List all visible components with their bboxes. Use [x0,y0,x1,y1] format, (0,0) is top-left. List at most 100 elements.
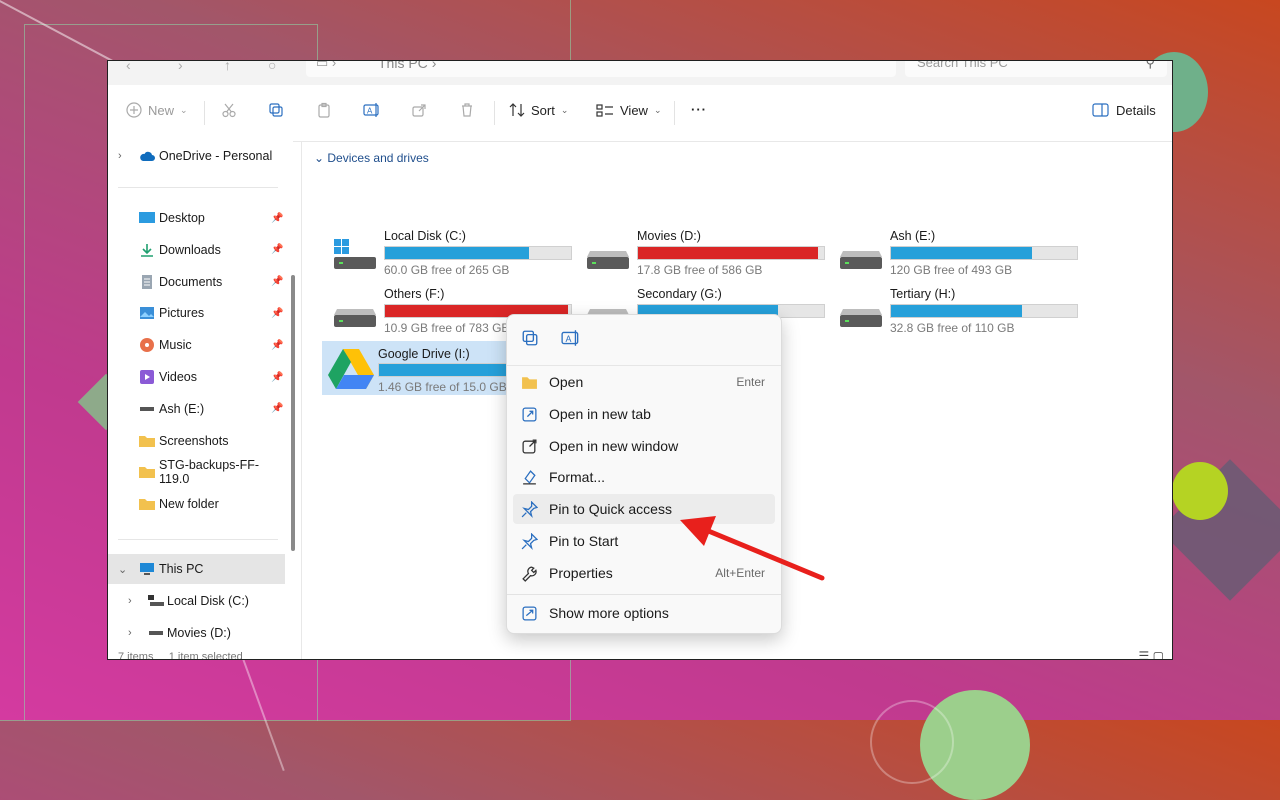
delete-button[interactable] [459,102,475,118]
picture-icon [140,307,154,320]
chevron-down-icon: ⌄ [560,104,569,115]
copy-button[interactable] [521,329,541,349]
nav-divider [118,187,278,188]
drive-name: Secondary (G:) [637,287,722,301]
drive-free-space: 120 GB free of 493 GB [890,263,1013,277]
nav-item-new-folder[interactable]: New folder [108,489,285,519]
nav-item-stg-backups-ff-119-0[interactable]: STG-backups-FF-119.0 [108,457,285,487]
new-tab-icon [522,407,537,422]
download-icon [141,243,153,257]
paste-button[interactable] [316,102,332,118]
nav-item-movies-d[interactable]: › Movies (D:) [108,618,285,648]
desktop-icon [139,212,155,223]
context-quick-actions: A [507,315,781,366]
drive-tile[interactable]: Ash (E:) 120 GB free of 493 GB [834,229,1082,281]
menu-item-open-in-new-tab[interactable]: Open in new tab [513,399,775,429]
selection-count: 1 item selected [168,651,243,660]
more-label: ··· [691,102,707,117]
command-bar: New ⌄ A Sort ⌄ View ⌄ ··· Details [108,85,1172,142]
nav-item-pictures[interactable]: Pictures 📌 [108,298,285,328]
svg-text:A: A [565,334,571,344]
drive-free-space: 32.8 GB free of 110 GB [890,321,1015,335]
format-icon [523,470,536,485]
chevron-right-icon[interactable]: › [128,627,132,639]
see-more-button[interactable]: ··· [691,102,707,117]
menu-item-properties[interactable]: Properties Alt+Enter [513,558,775,588]
chevron-right-icon[interactable]: › [118,150,122,162]
nav-scrollbar[interactable] [291,275,295,551]
nav-item-ash-e[interactable]: Ash (E:) 📌 [108,394,285,424]
drive-name: Tertiary (H:) [890,287,956,301]
menu-item-format[interactable]: Format... [513,462,775,492]
more-options-icon [522,606,537,621]
menu-item-open-in-new-window[interactable]: Open in new window [513,431,775,461]
nav-item-label: STG-backups-FF-119.0 [159,458,260,487]
details-button[interactable]: Details [1092,102,1156,118]
menu-item-show-more-options[interactable]: Show more options [513,598,775,628]
decor-circle [1172,462,1228,520]
toolbar-divider [674,101,675,125]
nav-item-downloads[interactable]: Downloads 📌 [108,235,285,265]
copy-icon [522,330,538,346]
chevron-right-icon[interactable]: › [128,595,132,607]
details-view-icon[interactable]: ☰ [1139,649,1150,659]
nav-item-documents[interactable]: Documents 📌 [108,267,285,297]
nav-item-desktop[interactable]: Desktop 📌 [108,203,285,233]
tiles-view-icon[interactable]: ▢ [1153,649,1164,659]
drive-tile[interactable]: Tertiary (H:) 32.8 GB free of 110 GB [834,287,1082,339]
chevron-down-icon[interactable]: ⌄ [118,563,127,576]
rename-button[interactable]: A [561,329,581,349]
nav-item-this-pc[interactable]: ⌄ This PC [108,554,285,584]
view-button[interactable]: View ⌄ [596,102,662,118]
up-arrow-icon[interactable]: ↑ [224,61,231,73]
nav-item-label: New folder [159,497,219,512]
nav-divider [118,539,278,540]
nav-item-videos[interactable]: Videos 📌 [108,362,285,392]
nav-item-label: Videos [159,370,197,384]
menu-item-pin-to-quick-access[interactable]: Pin to Quick access [513,494,775,525]
copy-icon [269,103,283,117]
section-header[interactable]: ⌄ Devices and drives [314,151,429,165]
nav-item-label: Screenshots [159,433,229,448]
rename-icon: A [363,103,379,117]
pin-icon: 📌 [271,403,284,415]
nav-item-screenshots[interactable]: Screenshots [108,426,285,456]
menu-item-label: Open [549,374,584,390]
menu-item-pin-to-start[interactable]: Pin to Start [513,526,775,556]
menu-divider [507,594,781,595]
pin-icon: 📌 [271,276,284,288]
drive-usage-fill [891,247,1032,259]
search-input[interactable]: Search This PC ⚲ [905,61,1167,77]
view-label: View [620,102,648,118]
drive-tile[interactable]: Local Disk (C:) 60.0 GB free of 265 GB [328,229,576,281]
scissors-icon [222,103,236,118]
drive-usage-bar [637,246,825,260]
menu-item-open[interactable]: Open Enter [513,367,775,397]
nav-item-local-disk-c[interactable]: › Local Disk (C:) [108,586,285,616]
copy-button[interactable] [268,102,284,118]
drive-tile[interactable]: Movies (D:) 17.8 GB free of 586 GB [581,229,829,281]
nav-item-onedrive[interactable]: › OneDrive - Personal [108,141,285,171]
forward-arrow-icon[interactable]: › [178,61,183,73]
refresh-icon[interactable]: ○ [268,61,276,73]
share-button[interactable] [411,102,427,118]
drive-free-space: 17.8 GB free of 586 GB [637,263,763,277]
sort-button[interactable]: Sort ⌄ [509,102,568,118]
back-arrow-icon[interactable]: ‹ [126,61,131,73]
section-title: Devices and drives [327,151,429,165]
video-icon [140,370,154,384]
pin-icon [521,533,538,550]
drive-usage-bar [890,304,1078,318]
status-bar: 7 items 1 item selected [118,651,243,660]
chevron-right-icon: › [431,60,437,71]
cut-button[interactable] [221,102,237,118]
hard-drive-icon [840,309,882,327]
nav-item-label: Music [159,338,192,353]
trash-icon [462,103,472,117]
rename-button[interactable]: A [363,102,381,118]
layout-toggle: ☰ ▢ [1139,649,1164,659]
new-button[interactable]: New ⌄ [126,102,188,118]
address-field[interactable]: ▭ › This PC › [306,60,896,77]
windows-drive-icon [334,239,376,269]
nav-item-music[interactable]: Music 📌 [108,330,285,360]
